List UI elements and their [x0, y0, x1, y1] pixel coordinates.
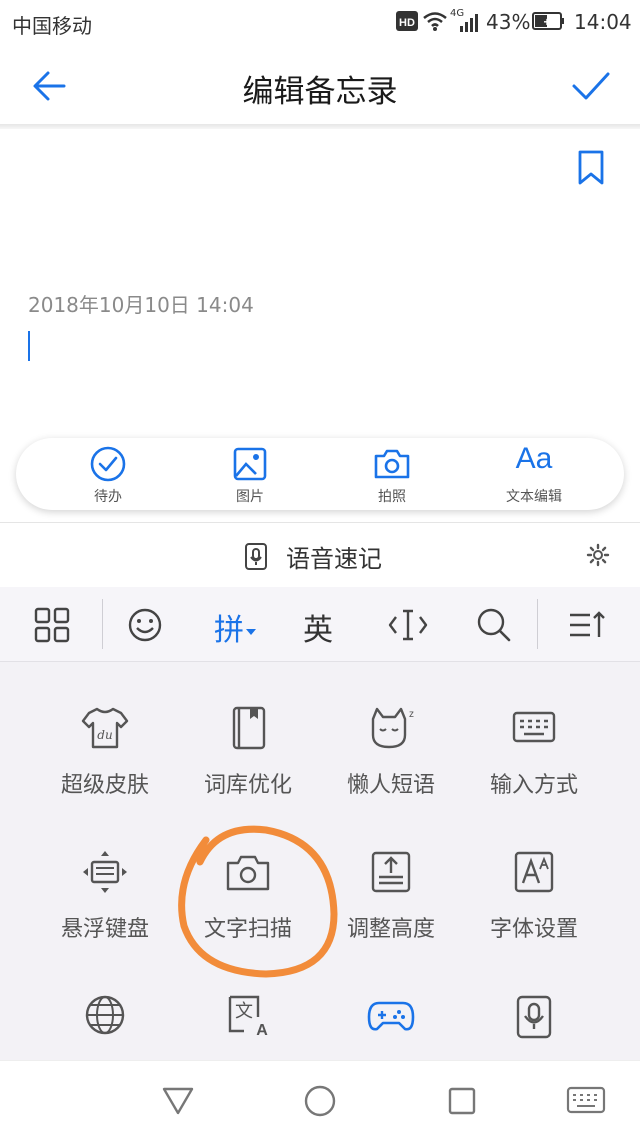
font-settings-icon [514, 851, 554, 893]
chevron-down-icon [246, 628, 256, 635]
confirm-check-icon[interactable] [570, 66, 612, 106]
title-bar: 编辑备忘录 [0, 44, 640, 126]
page-title: 编辑备忘录 [242, 74, 398, 110]
super-skin-button[interactable]: du 超级皮肤 [25, 705, 185, 835]
divider [102, 599, 103, 649]
text-edit-button[interactable]: Aa 文本编辑 [458, 438, 610, 510]
english-tab[interactable]: 英 [303, 605, 333, 649]
voice-note-icon [245, 543, 267, 570]
voice-note-icon [516, 995, 552, 1039]
signal-icon [460, 14, 478, 32]
photo-label: 拍照 [378, 489, 406, 505]
font-settings-button[interactable]: 字体设置 [454, 849, 614, 979]
voice-input-button[interactable] [454, 993, 614, 1059]
home-nav-icon[interactable] [302, 1083, 338, 1119]
svg-text:+: + [543, 15, 550, 29]
floating-keyboard-icon [83, 851, 127, 893]
todo-button[interactable]: 待办 [32, 438, 184, 510]
lexicon-optimize-label: 词库优化 [203, 773, 292, 798]
recents-nav-icon[interactable] [446, 1085, 478, 1117]
lazy-cat-icon: z [371, 707, 414, 749]
hd-icon: HD [396, 11, 418, 31]
font-settings-label: 字体设置 [489, 917, 578, 942]
navigation-bar [0, 1060, 640, 1139]
pinyin-tab[interactable]: 拼 [214, 605, 258, 649]
note-editor[interactable]: 2018年10月10日 14:04 [0, 129, 640, 429]
todo-label: 待办 [94, 489, 122, 505]
input-method-label: 输入方式 [489, 773, 578, 798]
grid-menu-icon[interactable] [34, 607, 70, 643]
text-cursor [28, 331, 30, 361]
keyboard-toggle-icon[interactable] [566, 1085, 606, 1115]
status-bar: 中国移动 HD 4G 43% + 14:04 [0, 0, 640, 44]
image-label: 图片 [236, 489, 264, 505]
annotation-circle [178, 825, 338, 978]
checkcircle-icon [90, 446, 126, 482]
globe-icon [85, 995, 125, 1035]
svg-text:HD: HD [399, 17, 415, 29]
book-icon [232, 706, 266, 750]
text-edit-label: 文本编辑 [506, 489, 562, 505]
battery-percent: 43% [486, 10, 531, 34]
gear-icon[interactable] [586, 543, 610, 567]
carrier-name: 中国移动 [12, 14, 92, 38]
divider [537, 599, 538, 649]
bookmark-icon[interactable] [576, 149, 606, 187]
lazy-phrase-button[interactable]: z 懒人短语 [311, 705, 471, 835]
globe-button[interactable] [25, 993, 185, 1059]
note-toolbar: 待办 图片 拍照 Aa 文本编辑 [16, 438, 624, 510]
camera-icon [374, 449, 410, 479]
lazy-phrase-label: 懒人短语 [346, 773, 435, 798]
collapse-keyboard-icon[interactable] [568, 607, 608, 643]
pinyin-label: 拼 [214, 613, 244, 648]
svg-text:z: z [409, 709, 414, 720]
keyboard-panel: 拼 英 du 超级皮肤 词库优化 z 懒人短语 输入方式 悬浮键盘 文字扫描 调… [0, 587, 640, 1060]
image-icon [233, 447, 267, 481]
floating-keyboard-label: 悬浮键盘 [60, 917, 149, 942]
gamepad-icon [367, 1001, 415, 1031]
floating-keyboard-button[interactable]: 悬浮键盘 [25, 849, 185, 979]
photo-button[interactable]: 拍照 [316, 438, 468, 510]
svg-text:A: A [256, 1022, 268, 1039]
adjust-height-icon [371, 851, 411, 893]
keyboard-icon [512, 711, 556, 743]
emoji-icon[interactable] [127, 607, 163, 643]
image-button[interactable]: 图片 [174, 438, 326, 510]
svg-text:du: du [97, 728, 112, 742]
clock: 14:04 [574, 10, 632, 34]
voice-note-label: 语音速记 [286, 545, 382, 573]
translate-icon: 文 A [228, 995, 268, 1039]
svg-text:文: 文 [235, 1001, 253, 1022]
text-format-icon: Aa [515, 442, 553, 475]
search-icon[interactable] [476, 607, 512, 643]
battery-icon: + [532, 12, 564, 30]
input-method-button[interactable]: 输入方式 [454, 705, 614, 835]
wifi-icon [423, 12, 447, 31]
voice-note-bar[interactable]: 语音速记 [0, 523, 640, 587]
tshirt-icon: du [81, 707, 129, 749]
keyboard-toolbar: 拼 英 [0, 587, 640, 662]
lexicon-optimize-button[interactable]: 词库优化 [168, 705, 328, 835]
super-skin-label: 超级皮肤 [60, 773, 149, 798]
back-nav-icon[interactable] [160, 1083, 196, 1117]
translate-button[interactable]: 文 A [168, 993, 328, 1059]
cursor-move-icon[interactable] [388, 607, 428, 643]
game-button[interactable] [311, 993, 471, 1059]
note-date: 2018年10月10日 14:04 [28, 293, 254, 317]
